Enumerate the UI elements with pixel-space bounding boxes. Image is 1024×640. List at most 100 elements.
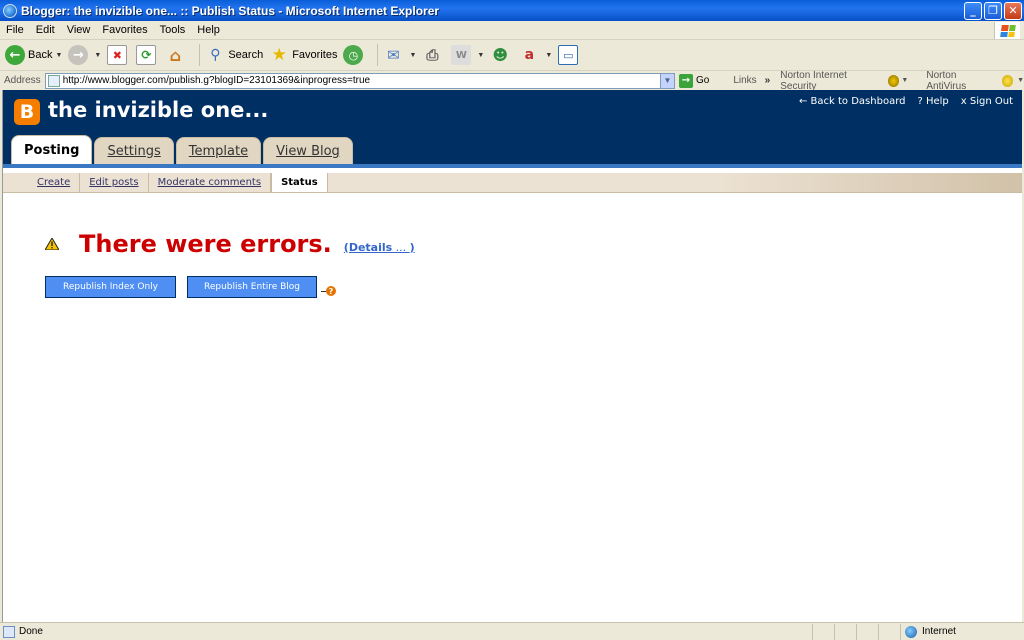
favorites-button[interactable]: ★ Favorites <box>269 45 338 65</box>
norton-security-dropdown-icon[interactable]: ▼ <box>901 77 908 84</box>
mail-button[interactable]: ✉ ▼ <box>383 45 416 65</box>
subnav-status[interactable]: Status <box>271 173 328 192</box>
tab-view-blog[interactable]: View Blog <box>263 137 353 164</box>
messenger-icon: ☻ <box>492 46 509 64</box>
address-label: Address <box>4 75 41 86</box>
word-edit-icon: W <box>451 45 472 65</box>
address-dropdown-icon[interactable]: ▼ <box>659 73 674 88</box>
refresh-button[interactable]: ⟳ <box>136 45 159 65</box>
close-button[interactable]: ✕ <box>1004 1 1022 20</box>
translate-icon: a <box>524 47 535 63</box>
back-arrow-icon: ← <box>5 45 25 65</box>
posting-subnav: Create Edit posts Moderate comments Stat… <box>3 173 1022 192</box>
monitor-icon: ▭ <box>558 45 579 65</box>
menu-file[interactable]: File <box>0 24 30 36</box>
status-text: Done <box>19 626 43 637</box>
blogger-logo-icon[interactable]: B <box>14 99 40 125</box>
maximize-button[interactable]: ❐ <box>984 1 1002 20</box>
stop-button[interactable]: ✖ <box>107 45 130 65</box>
address-url: http://www.blogger.com/publish.g?blogID=… <box>62 75 371 86</box>
top-links: ← Back to Dashboard ? Help x Sign Out <box>787 96 1013 107</box>
forward-dropdown-icon[interactable]: ▼ <box>94 52 101 59</box>
go-label: Go <box>695 75 710 86</box>
help-link[interactable]: ? Help <box>917 96 948 107</box>
tab-settings[interactable]: Settings <box>94 137 174 164</box>
error-heading: There were errors. <box>79 230 332 258</box>
back-dropdown-icon[interactable]: ▼ <box>55 52 62 59</box>
mail-dropdown-icon[interactable]: ▼ <box>409 52 416 59</box>
menu-view[interactable]: View <box>61 24 97 36</box>
republish-entire-blog-button[interactable]: Republish Entire Blog <box>187 276 317 298</box>
page-icon <box>47 74 60 87</box>
print-button[interactable]: ⎙ <box>422 45 445 65</box>
links-toolbar[interactable]: Links <box>733 75 756 86</box>
status-bar: Done Internet <box>0 622 1024 640</box>
sign-out-link[interactable]: x Sign Out <box>961 96 1013 107</box>
page-status-icon <box>3 625 15 638</box>
tab-template[interactable]: Template <box>175 137 262 164</box>
norton-antivirus-label: Norton AntiVirus <box>926 69 967 92</box>
menu-help[interactable]: Help <box>191 24 226 36</box>
refresh-icon: ⟳ <box>136 45 157 65</box>
history-button[interactable]: ◷ <box>343 45 366 65</box>
error-message: There were errors. (Details ... ) <box>45 230 415 258</box>
norton-antivirus[interactable]: Norton AntiVirus ▼ <box>926 70 1024 92</box>
home-icon: ⌂ <box>169 45 182 65</box>
search-button[interactable]: ⚲ Search <box>205 45 263 65</box>
republish-index-only-button[interactable]: Republish Index Only <box>45 276 176 298</box>
address-input[interactable]: http://www.blogger.com/publish.g?blogID=… <box>44 72 675 89</box>
menu-tools[interactable]: Tools <box>154 24 192 36</box>
republish-help[interactable]: ? <box>321 286 336 296</box>
back-to-dashboard-link[interactable]: ← Back to Dashboard <box>799 96 905 107</box>
status-cell <box>812 623 834 640</box>
status-cell <box>878 623 900 640</box>
standard-toolbar: ← Back ▼ → ▼ ✖ ⟳ ⌂ ⚲ Search ★ Favorites … <box>0 40 1024 71</box>
toolbar-separator <box>199 44 201 66</box>
favorites-label: Favorites <box>292 49 338 61</box>
translate-button[interactable]: a ▼ <box>519 45 553 65</box>
browser-viewport[interactable]: B the invizible one... ← Back to Dashboa… <box>2 90 1022 622</box>
translate-dropdown-icon[interactable]: ▼ <box>545 52 552 59</box>
subnav-edit-posts[interactable]: Edit posts <box>80 173 149 192</box>
norton-shield-icon <box>1001 74 1014 87</box>
header-divider <box>3 164 1022 168</box>
menu-bar: File Edit View Favorites Tools Help <box>0 21 1024 40</box>
menu-favorites[interactable]: Favorites <box>96 24 153 36</box>
go-button[interactable]: → Go <box>678 73 710 88</box>
edit-dropdown-icon[interactable]: ▼ <box>477 52 484 59</box>
subnav-moderate-comments[interactable]: Moderate comments <box>149 173 272 192</box>
zone-label: Internet <box>922 626 956 637</box>
status-cell <box>856 623 878 640</box>
windows-logo-icon <box>994 22 1020 39</box>
norton-globe-icon <box>887 74 900 87</box>
back-button[interactable]: ← Back ▼ <box>5 45 62 65</box>
minimize-button[interactable]: _ <box>964 1 982 20</box>
internet-globe-icon <box>905 625 917 638</box>
subnav-create[interactable]: Create <box>3 173 81 192</box>
back-label: Back <box>28 49 53 61</box>
search-icon: ⚲ <box>210 47 221 63</box>
forward-button[interactable]: → ▼ <box>68 45 101 65</box>
favorites-star-icon: ★ <box>271 45 287 65</box>
messenger-button[interactable]: ☻ <box>490 45 513 65</box>
links-chevron-icon[interactable]: » <box>765 75 771 86</box>
home-button[interactable]: ⌂ <box>165 45 188 65</box>
norton-security-label: Norton Internet Security <box>780 69 847 92</box>
security-zone[interactable]: Internet <box>900 623 1024 640</box>
help-question-icon: ? <box>326 286 336 296</box>
warning-icon <box>45 238 59 250</box>
norton-internet-security[interactable]: Norton Internet Security ▼ <box>780 70 908 92</box>
display-button[interactable]: ▭ <box>558 45 581 65</box>
menu-edit[interactable]: Edit <box>30 24 61 36</box>
details-label: (Details <box>343 240 393 254</box>
subnav-divider <box>3 192 1022 193</box>
window-title-bar[interactable]: Blogger: the invizible one... :: Publish… <box>0 0 1024 21</box>
edit-button[interactable]: W ▼ <box>451 45 484 65</box>
tab-posting[interactable]: Posting <box>11 135 93 164</box>
search-label: Search <box>228 49 264 61</box>
details-link[interactable]: (Details ... ) <box>344 241 415 254</box>
blog-title: the invizible one... <box>48 98 269 122</box>
history-icon: ◷ <box>343 45 364 65</box>
printer-icon: ⎙ <box>426 46 439 64</box>
norton-antivirus-dropdown-icon[interactable]: ▼ <box>1017 77 1024 84</box>
